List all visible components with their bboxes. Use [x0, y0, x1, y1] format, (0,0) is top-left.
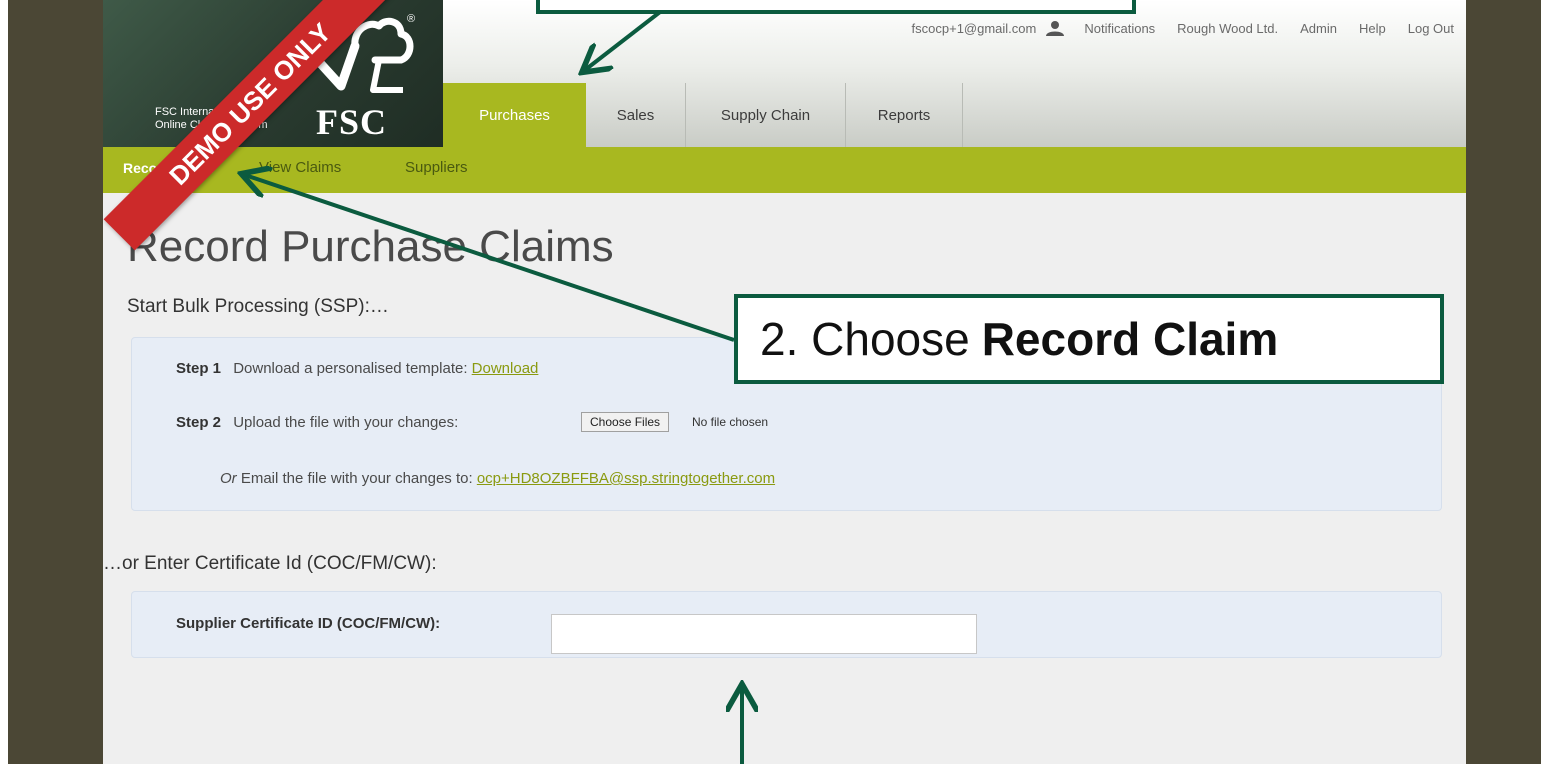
arrow-to-purchases-tab: [585, 10, 662, 70]
annotation-arrows: [0, 10, 1549, 764]
arrow-to-record-claim: [245, 175, 735, 342]
